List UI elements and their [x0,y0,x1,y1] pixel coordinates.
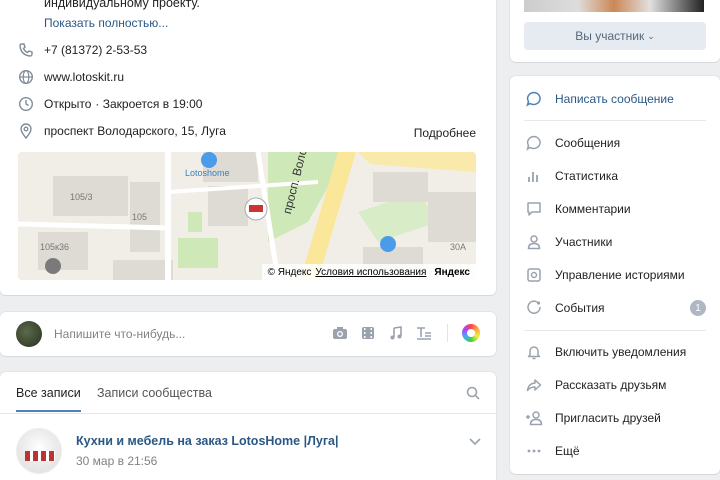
globe-icon [16,67,36,87]
sidebar-item-label: Статистика [555,169,619,183]
sidebar-item-more[interactable]: Ещё [524,440,706,462]
map-place-name[interactable]: Lotoshome [185,168,230,178]
website-link[interactable]: www.lotoskit.ru [44,70,124,84]
share-icon [524,375,544,395]
post-author[interactable]: Кухни и мебель на заказ LotosHome |Луга| [76,434,338,448]
website-row[interactable]: www.lotoskit.ru [16,67,124,87]
search-icon[interactable] [466,386,480,403]
description-text: индивидуальному проекту. [44,0,200,10]
post-date[interactable]: 30 мар в 21:56 [76,454,157,468]
map-copyright: © Яндекс [267,266,312,278]
address-text: проспект Володарского, 15, Луга [44,124,226,138]
cover-image[interactable] [524,0,704,12]
user-avatar [16,321,42,347]
sidebar-item-label: Ещё [555,444,580,458]
sidebar-item-invite[interactable]: Пригласить друзей [524,407,706,429]
sidebar-item-label: Управление историями [555,268,685,282]
comment-icon [524,199,544,219]
tab-community-posts[interactable]: Записи сообщества [97,386,212,400]
location-map[interactable]: Lotoshome просп. Володарского 105/3 105 … [18,152,476,280]
phone-row[interactable]: +7 (81372) 2-53-53 [16,40,147,60]
message-icon [524,89,544,109]
address-row[interactable]: проспект Володарского, 15, Луга [16,121,226,141]
events-badge: 1 [690,300,706,316]
sidebar-item-label: Пригласить друзей [555,411,661,425]
composer-tools [331,324,480,342]
sidebar-item-write-message[interactable]: Написать сообщение [524,88,706,110]
membership-label: Вы участник [575,29,645,43]
community-info-card: индивидуальному проекту. Показать полнос… [0,0,496,295]
poster-icon[interactable] [462,324,480,342]
map-house-number: 105 [132,212,148,222]
details-link[interactable]: Подробнее [414,126,476,140]
sidebar-item-events[interactable]: События 1 [524,297,706,319]
more-icon [524,441,544,461]
video-icon[interactable] [359,324,377,342]
menu-divider [524,330,706,331]
phone-icon [16,40,36,60]
sidebar-item-notifications[interactable]: Включить уведомления [524,341,706,363]
clock-icon [16,94,36,114]
map-house-number: 105к36 [40,242,69,252]
show-more-link[interactable]: Показать полностью... [44,16,168,30]
map-terms-link[interactable]: Условия использования [315,267,426,278]
sidebar-item-share[interactable]: Рассказать друзьям [524,374,706,396]
post-composer[interactable]: Напишите что-нибудь... [0,312,496,356]
stats-icon [524,166,544,186]
post-input[interactable]: Напишите что-нибудь... [54,327,185,341]
chevron-down-icon: ⌄ [647,30,655,41]
location-pin-icon [16,121,36,141]
bell-icon [524,342,544,362]
sidebar-item-statistics[interactable]: Статистика [524,165,706,187]
events-icon [524,298,544,318]
close-time: · Закроется в 19:00 [95,97,203,111]
map-canvas [18,152,476,280]
map-house-number: 105/3 [70,192,93,202]
membership-button[interactable]: Вы участник ⌄ [524,22,706,50]
sidebar-item-comments[interactable]: Комментарии [524,198,706,220]
sidebar-item-label: Сообщения [555,136,621,150]
wall-card: Все записи Записи сообщества Кухни и меб… [0,372,496,480]
sidebar-item-stories[interactable]: Управление историями [524,264,706,286]
sidebar-item-members[interactable]: Участники [524,231,706,253]
yandex-logo: Яндекс [434,266,470,278]
invite-icon [524,408,544,428]
sidebar-menu: Написать сообщение Сообщения Статистика … [510,76,720,474]
wall-post: Кухни и мебель на заказ LotosHome |Луга|… [16,426,486,476]
stories-icon [524,265,544,285]
music-icon[interactable] [387,324,405,342]
map-house-number: 30А [450,242,467,252]
sidebar-item-label: Комментарии [555,202,631,216]
sidebar-item-label: Включить уведомления [555,345,687,359]
menu-divider [524,120,706,121]
hours-row: Открыто · Закроется в 19:00 [16,94,202,114]
tools-divider [447,324,448,342]
map-attribution: © Яндекс Условия использования Яндекс [261,264,476,280]
chevron-down-icon[interactable] [468,436,482,450]
sidebar-item-label: Участники [555,235,613,249]
open-status: Открыто [44,97,92,111]
sidebar-item-label: Рассказать друзьям [555,378,667,392]
phone-number: +7 (81372) 2-53-53 [44,43,148,57]
chat-icon [524,133,544,153]
camera-icon[interactable] [331,324,349,342]
community-avatar[interactable] [16,428,62,474]
cover-card: Вы участник ⌄ [510,0,720,62]
tab-all-posts[interactable]: Все записи [16,386,81,412]
user-icon [524,232,544,252]
article-icon[interactable] [415,324,433,342]
sidebar-item-label: События [555,301,605,315]
wall-tabs: Все записи Записи сообщества [0,372,496,414]
sidebar-item-label: Написать сообщение [555,92,674,106]
sidebar-item-messages[interactable]: Сообщения [524,132,706,154]
